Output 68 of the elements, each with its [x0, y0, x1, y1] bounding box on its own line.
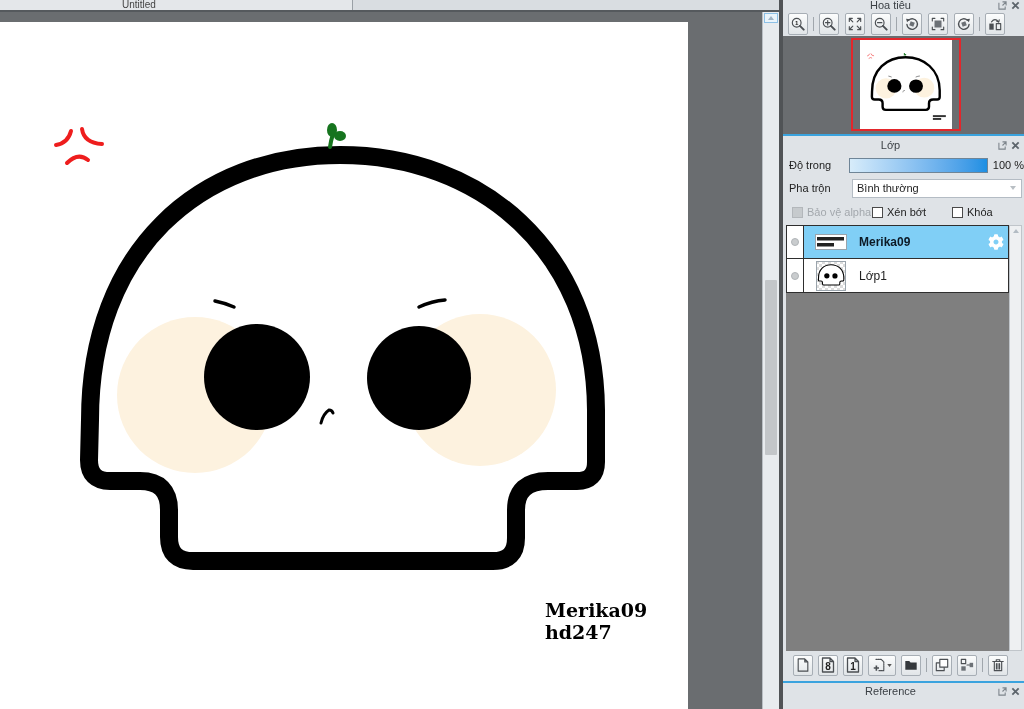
flip-horizontal-icon: [988, 16, 1002, 31]
document-tab[interactable]: Untitled: [0, 0, 353, 10]
checkbox[interactable]: [872, 206, 883, 218]
viewport-frame[interactable]: [851, 38, 961, 131]
duplicate-layer-button[interactable]: [932, 654, 952, 676]
layer-thumbnail: [815, 234, 847, 250]
opacity-label: Độ trong: [789, 157, 833, 173]
rotate-right-button[interactable]: [954, 12, 974, 35]
zoom-out-button[interactable]: [871, 12, 891, 35]
layer-row[interactable]: Merika09: [786, 225, 1009, 259]
checkbox-label: Khóa: [967, 204, 993, 220]
opacity-slider[interactable]: [849, 157, 988, 173]
rotate-left-button[interactable]: [902, 12, 922, 35]
stacked-squares-icon: [935, 658, 949, 672]
trash-icon: [991, 658, 1005, 672]
page-plus-icon: [872, 658, 886, 672]
sprout: [327, 123, 346, 149]
panel-title: Hoa tiêu: [869, 0, 912, 11]
folder-icon: [904, 658, 918, 672]
close-icon[interactable]: [1011, 140, 1020, 150]
square-frame-icon: [931, 16, 945, 31]
up-arrow-icon: [768, 16, 774, 20]
checkbox-label: Bảo vệ alpha: [807, 204, 872, 220]
eyebrow: [417, 298, 447, 309]
layer-row[interactable]: Lớp1: [786, 259, 1009, 293]
layer-name: Merika09: [859, 234, 911, 251]
layer-list-scrollbar[interactable]: [1009, 225, 1022, 651]
rotate-right-icon: [957, 16, 971, 31]
zoom-in-icon: [822, 16, 836, 31]
blank-page-icon: [796, 658, 810, 672]
anger-mark: [54, 127, 104, 165]
popout-icon[interactable]: [998, 687, 1007, 696]
signature-text: hd247: [545, 621, 613, 643]
rotate-left-icon: [905, 16, 919, 31]
mouth-line: [319, 408, 335, 425]
flip-button[interactable]: [985, 12, 1005, 35]
vertical-scrollbar[interactable]: [762, 12, 779, 709]
merge-squares-icon: [960, 658, 974, 672]
opacity-value: 100 %: [992, 157, 1024, 173]
new-folder-button[interactable]: [901, 654, 921, 676]
signature-text: Merika09: [545, 599, 648, 621]
eyebrow: [213, 299, 236, 309]
expand-arrows-icon: [848, 16, 862, 31]
visibility-toggle[interactable]: [787, 226, 804, 258]
zoom-out-icon: [874, 16, 888, 31]
checkbox-label: Xén bớt: [887, 204, 926, 220]
caret-icon: [1010, 186, 1016, 190]
blend-mode-select[interactable]: Bình thường: [852, 178, 1022, 198]
layer-thumbnail: [816, 260, 846, 291]
merge-layer-button[interactable]: [957, 654, 977, 676]
panel-title: Lớp: [879, 139, 902, 151]
scrollbar-thumb[interactable]: [765, 280, 777, 455]
panel-title: Reference: [864, 686, 917, 697]
close-icon[interactable]: [1011, 687, 1020, 696]
checkbox[interactable]: [952, 206, 963, 218]
up-arrow-icon: [1012, 229, 1019, 233]
popout-icon[interactable]: [998, 140, 1007, 150]
delete-layer-button[interactable]: [988, 654, 1008, 676]
blend-label: Pha trộn: [789, 180, 832, 196]
caret-icon: [887, 663, 892, 667]
popout-icon[interactable]: [998, 1, 1007, 10]
fit-to-window-button[interactable]: [845, 12, 865, 35]
zoom-in-button[interactable]: [819, 12, 839, 35]
layer-name: Lớp1: [859, 267, 887, 285]
new-layer-button[interactable]: [793, 654, 813, 676]
close-icon[interactable]: [1011, 1, 1020, 10]
add-layer-menu-button[interactable]: [868, 654, 896, 676]
reset-view-button[interactable]: [928, 12, 948, 35]
